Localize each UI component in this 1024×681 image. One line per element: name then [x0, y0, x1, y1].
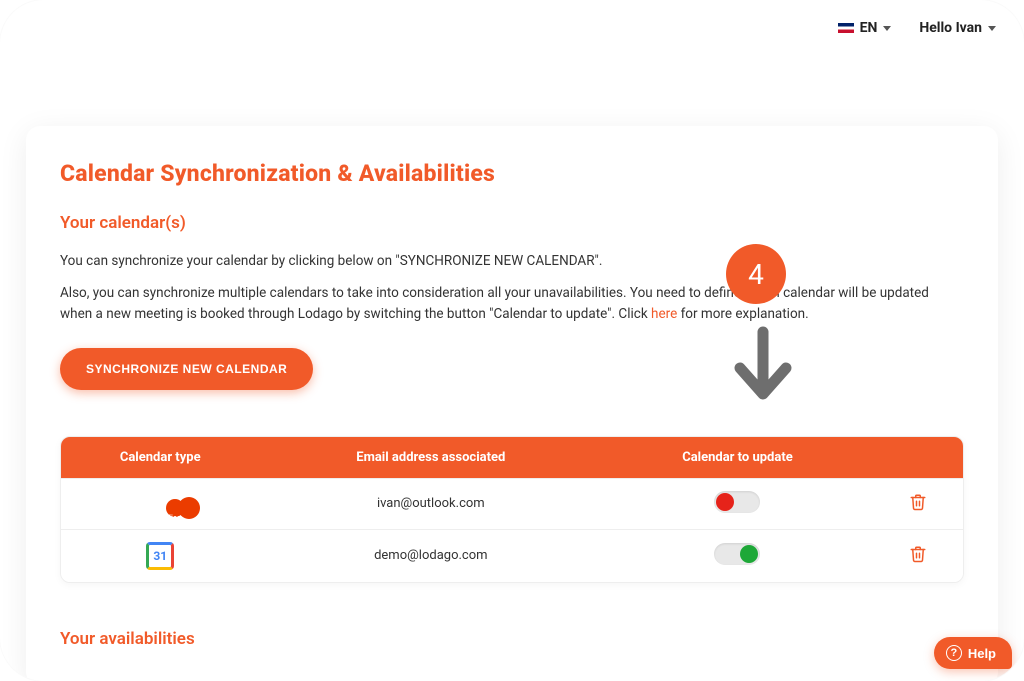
description-line-2: Also, you can synchronize multiple calen…: [60, 283, 964, 324]
description-line-1: You can synchronize your calendar by cli…: [60, 251, 964, 271]
help-button[interactable]: ? Help: [934, 637, 1012, 669]
calendar-email-cell: ivan@outlook.com: [259, 478, 602, 529]
user-menu[interactable]: Hello Ivan: [919, 20, 996, 36]
user-greeting: Hello Ivan: [919, 20, 982, 36]
calendar-to-update-toggle[interactable]: [714, 491, 760, 513]
section-calendars-title: Your calendar(s): [60, 213, 964, 233]
table-row: 31 demo@lodago.com: [61, 529, 963, 582]
delete-calendar-button[interactable]: [909, 493, 927, 511]
column-header-update: Calendar to update: [602, 437, 873, 478]
tour-step-number: 4: [748, 258, 764, 291]
calendar-type-cell: 31: [61, 529, 259, 582]
column-header-action: [873, 437, 963, 478]
calendars-table: Calendar type Email address associated C…: [60, 436, 964, 583]
flag-uk-icon: [838, 23, 854, 33]
settings-card: 4 Calendar Synchronization & Availabilit…: [26, 126, 998, 681]
page-title: Calendar Synchronization & Availabilitie…: [60, 160, 964, 187]
column-header-email: Email address associated: [259, 437, 602, 478]
column-header-type: Calendar type: [61, 437, 259, 478]
chevron-down-icon: [883, 26, 891, 31]
table-row: Office 365 ivan@outlook.com: [61, 478, 963, 529]
help-label: Help: [968, 646, 996, 661]
tour-step-badge: 4: [726, 244, 786, 304]
help-icon: ?: [946, 645, 962, 661]
language-label: EN: [860, 20, 878, 36]
calendar-to-update-toggle[interactable]: [714, 543, 760, 565]
calendar-email-cell: demo@lodago.com: [259, 529, 602, 582]
description-text-b: for more explanation.: [677, 306, 808, 322]
google-calendar-icon: 31: [146, 542, 174, 570]
explanation-link[interactable]: here: [651, 306, 677, 322]
synchronize-new-calendar-button[interactable]: SYNCHRONIZE NEW CALENDAR: [60, 348, 313, 390]
section-availabilities-title: Your availabilities: [60, 629, 964, 649]
chevron-down-icon: [988, 26, 996, 31]
language-switcher[interactable]: EN: [838, 20, 892, 36]
calendar-type-cell: Office 365: [61, 478, 259, 529]
arrow-down-icon: [728, 326, 798, 410]
delete-calendar-button[interactable]: [909, 545, 927, 563]
